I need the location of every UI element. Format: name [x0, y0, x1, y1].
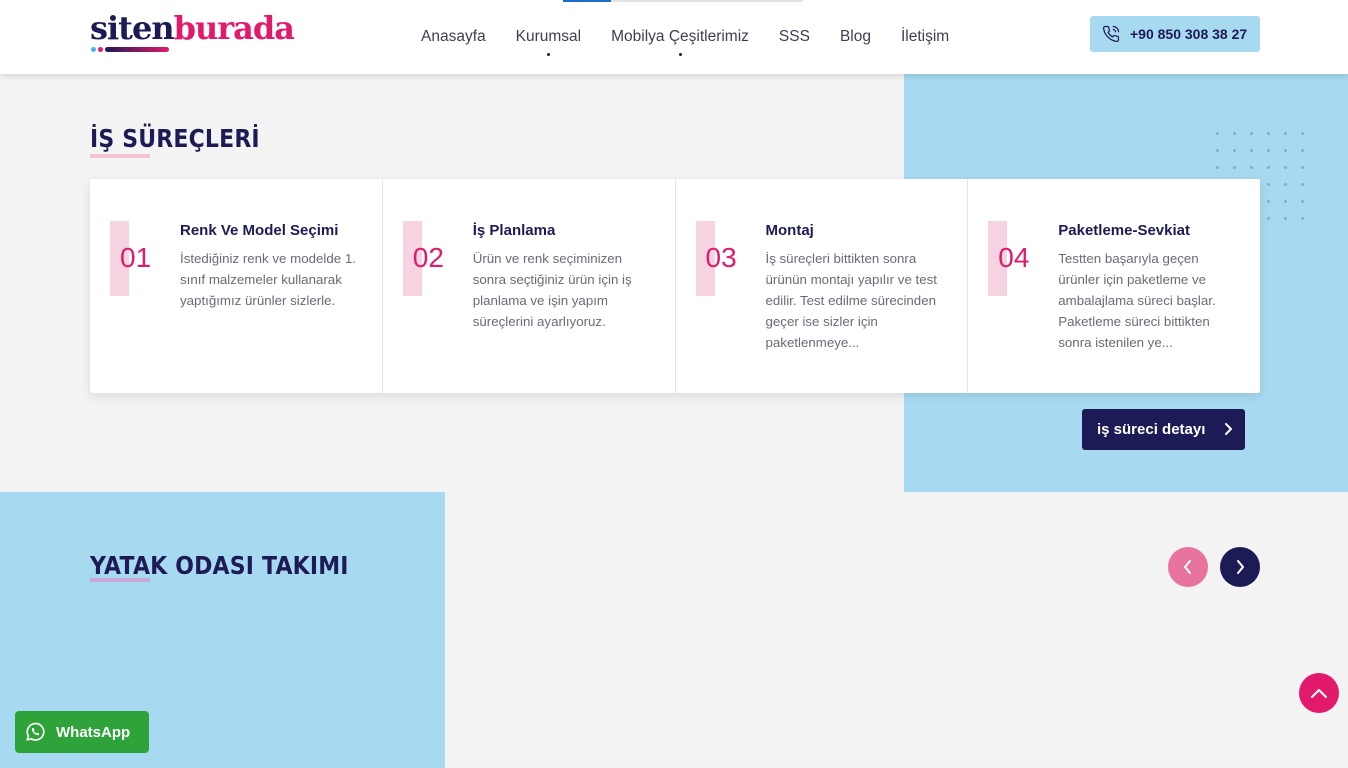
phone-number: +90 850 308 38 27 [1130, 26, 1248, 42]
decorative-dot [1284, 200, 1287, 203]
decorative-dot [1284, 183, 1287, 186]
decorative-dot [1250, 132, 1253, 135]
carousel-prev-button[interactable] [1168, 547, 1208, 587]
nav-sss[interactable]: SSS [779, 28, 810, 46]
decorative-dot [1267, 132, 1270, 135]
process-card: 03 Montaj İş süreçleri bittikten sonra ü… [676, 179, 969, 393]
nav-iletisim[interactable]: İletişim [901, 28, 949, 46]
nav-blog[interactable]: Blog [840, 28, 871, 46]
step-title: Renk Ve Model Seçimi [180, 222, 339, 239]
decorative-dot [1301, 200, 1304, 203]
submenu-indicator-icon [547, 53, 551, 56]
process-card: 02 İş Planlama Ürün ve renk seçiminizen … [383, 179, 676, 393]
step-description: İstediğiniz renk ve modelde 1. sınıf mal… [180, 251, 356, 308]
site-header: sitenburada Anasayfa Kurumsal Mobilya Çe… [0, 0, 1348, 74]
step-number: 02 [412, 242, 444, 273]
decorative-dot [1216, 132, 1219, 135]
decorative-dot [1301, 183, 1304, 186]
decorative-dot [1233, 166, 1236, 169]
top-indicator [563, 0, 803, 2]
nav-kurumsal[interactable]: Kurumsal [515, 28, 582, 56]
decorative-dot [1267, 149, 1270, 152]
logo-underline [91, 47, 171, 52]
whatsapp-button[interactable]: WhatsApp [15, 711, 149, 753]
decorative-dot [1301, 149, 1304, 152]
bedroom-section-title: YATAK ODASI TAKIMI [90, 551, 349, 580]
process-detail-label: iş süreci detayı [1097, 421, 1206, 438]
chevron-right-icon [1237, 560, 1244, 574]
decorative-dot [1284, 132, 1287, 135]
process-cards: 01 Renk Ve Model Seçimi İstediğiniz renk… [90, 179, 1260, 393]
decorative-dot [1284, 149, 1287, 152]
process-card: 01 Renk Ve Model Seçimi İstediğiniz renk… [90, 179, 383, 393]
step-description: Testten başarıyla geçen ürünler için pak… [1058, 251, 1216, 350]
phone-icon [1102, 25, 1120, 43]
decorative-dot [1233, 149, 1236, 152]
whatsapp-icon [26, 722, 45, 741]
decorative-dot [1301, 166, 1304, 169]
phone-button[interactable]: +90 850 308 38 27 [1090, 16, 1260, 52]
decorative-dot [1250, 166, 1253, 169]
site-logo[interactable]: sitenburada [90, 9, 295, 47]
decorative-dot [1216, 166, 1219, 169]
nav-mobilya-cesitlerimiz[interactable]: Mobilya Çeşitlerimiz [611, 28, 749, 56]
chevron-up-icon [1311, 689, 1327, 698]
nav-kurumsal-label: Kurumsal [515, 28, 582, 45]
decorative-dot [1250, 149, 1253, 152]
nav-mobilya-label: Mobilya Çeşitlerimiz [611, 28, 749, 45]
nav-anasayfa[interactable]: Anasayfa [421, 28, 486, 46]
decorative-dot [1301, 132, 1304, 135]
decorative-dot [1267, 166, 1270, 169]
process-section-title: İŞ SÜREÇLERİ [90, 124, 260, 153]
chevron-right-icon [1225, 423, 1232, 435]
process-card: 04 Paketleme-Sevkiat Testten başarıyla g… [968, 179, 1260, 393]
logo-text-siten: siten [90, 9, 175, 47]
process-detail-button[interactable]: iş süreci detayı [1082, 409, 1245, 450]
decorative-dot [1216, 149, 1219, 152]
step-number: 04 [998, 242, 1030, 273]
logo-text-burada: burada [173, 9, 295, 47]
step-description: Ürün ve renk seçiminizen sonra seçtiğini… [472, 251, 632, 329]
chevron-left-icon [1184, 560, 1191, 574]
decorative-dot [1233, 132, 1236, 135]
decorative-dot [1284, 217, 1287, 220]
step-title: Paketleme-Sevkiat [1058, 222, 1190, 239]
title-underline [90, 578, 150, 582]
decorative-dot [1267, 217, 1270, 220]
decorative-dot [1267, 200, 1270, 203]
step-number: 03 [705, 242, 737, 273]
whatsapp-label: WhatsApp [56, 723, 131, 741]
main-nav: Anasayfa Kurumsal Mobilya Çeşitlerimiz S… [421, 28, 949, 56]
step-number: 01 [120, 242, 152, 273]
title-underline [90, 154, 150, 158]
carousel-next-button[interactable] [1220, 547, 1260, 587]
step-title: Montaj [765, 222, 814, 239]
step-description: İş süreçleri bittikten sonra ürünün mont… [765, 251, 937, 350]
decorative-dot [1301, 217, 1304, 220]
step-title: İş Planlama [472, 222, 556, 239]
scroll-to-top-button[interactable] [1299, 673, 1339, 713]
decorative-dot [1267, 183, 1270, 186]
submenu-indicator-icon [679, 53, 683, 56]
decorative-dot [1284, 166, 1287, 169]
